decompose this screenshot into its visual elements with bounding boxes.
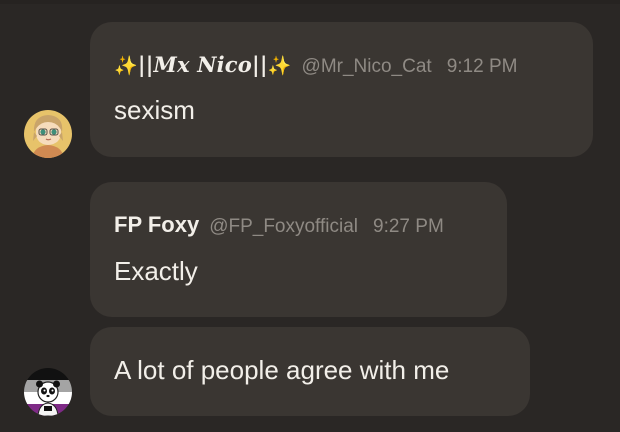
avatar[interactable] (24, 368, 72, 416)
display-name-text: ||Mx Nico|| (137, 52, 268, 77)
message-header: FP Foxy @FP_Foxyofficial 9:27 PM (114, 212, 444, 238)
timestamp: 9:12 PM (446, 56, 518, 77)
message-bubble[interactable]: FP Foxy @FP_Foxyofficial 9:27 PM Exactly (90, 182, 507, 317)
sparkle-icon: ✨ (267, 55, 292, 77)
chat-view: ✨||Mx Nico||✨ @Mr_Nico_Cat 9:12 PM sexis… (0, 0, 620, 432)
display-name[interactable]: ✨||Mx Nico||✨ (114, 52, 292, 77)
user-handle[interactable]: @FP_Foxyofficial (209, 216, 358, 238)
display-name[interactable]: FP Foxy (114, 212, 199, 238)
scroll-edge (0, 0, 620, 4)
message-bubble[interactable]: ✨||Mx Nico||✨ @Mr_Nico_Cat 9:12 PM sexis… (90, 22, 593, 157)
anime-character-avatar-icon (24, 110, 72, 158)
message-text: Exactly (114, 256, 198, 286)
message-header: ✨||Mx Nico||✨ @Mr_Nico_Cat 9:12 PM (114, 52, 517, 78)
message-text: sexism (114, 95, 195, 125)
message-text: A lot of people agree with me (114, 355, 450, 385)
avatar[interactable] (24, 110, 72, 158)
asexual-flag-panda-avatar-icon (24, 368, 72, 416)
sparkle-icon: ✨ (114, 55, 138, 77)
user-handle[interactable]: @Mr_Nico_Cat (302, 56, 432, 78)
timestamp: 9:27 PM (373, 216, 444, 237)
message-bubble[interactable]: A lot of people agree with me (90, 327, 530, 416)
